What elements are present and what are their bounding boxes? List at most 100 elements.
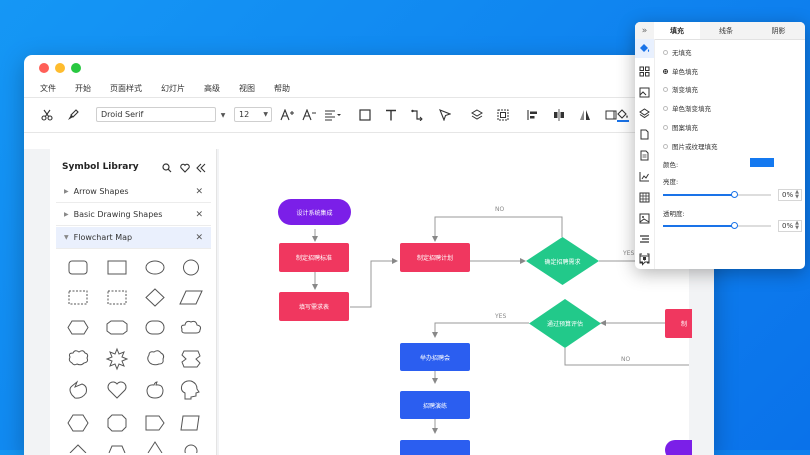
- layers-icon[interactable]: [639, 108, 650, 119]
- fill-color-button[interactable]: [612, 104, 634, 126]
- menu-help[interactable]: 帮助: [274, 83, 290, 94]
- shape-pentagon-arrow[interactable]: [145, 415, 165, 431]
- process-define-standard[interactable]: 制定招聘标准: [279, 243, 349, 272]
- heart-icon[interactable]: [180, 163, 190, 173]
- align-objects-button[interactable]: [524, 104, 542, 126]
- process-partial[interactable]: 制: [665, 309, 695, 338]
- align-button[interactable]: [322, 104, 344, 126]
- shape-speech-blob[interactable]: [69, 380, 87, 399]
- shape-apple[interactable]: [146, 381, 164, 399]
- process-rehearsal[interactable]: 招聘演练: [400, 391, 470, 419]
- close-icon[interactable]: ✕: [195, 233, 203, 243]
- fill-option-picture[interactable]: 图片或纹理填充: [663, 141, 718, 151]
- shape-rectangle[interactable]: [107, 260, 127, 275]
- shape-octagon[interactable]: [106, 320, 128, 335]
- fill-option-solid-gradient[interactable]: 单色渐变填充: [663, 103, 711, 113]
- connector-tool[interactable]: [408, 104, 426, 126]
- shape-hexagon-2[interactable]: [67, 414, 89, 432]
- select-tool[interactable]: [436, 104, 454, 126]
- rectangle-tool[interactable]: [356, 104, 374, 126]
- minimize-window-button[interactable]: [55, 63, 65, 73]
- list-icon[interactable]: [639, 234, 650, 245]
- menu-view[interactable]: 视图: [239, 83, 255, 94]
- start-node[interactable]: 设计系统集成: [278, 199, 351, 225]
- menu-slides[interactable]: 幻灯片: [161, 83, 185, 94]
- paint-bucket-icon[interactable]: [639, 43, 650, 54]
- shape-octagon-2[interactable]: [107, 414, 127, 432]
- shape-burst[interactable]: [105, 347, 129, 371]
- shape-heart[interactable]: [107, 381, 127, 399]
- process-make-plan[interactable]: 制定招聘计划: [400, 243, 470, 272]
- menu-advanced[interactable]: 高级: [204, 83, 220, 94]
- radio-gradient[interactable]: [663, 86, 668, 92]
- menu-page-style[interactable]: 页面样式: [110, 83, 142, 94]
- picture-icon[interactable]: [639, 213, 650, 224]
- expand-icon[interactable]: »: [635, 22, 654, 39]
- fill-option-pattern[interactable]: 图案填充: [663, 122, 698, 132]
- radio-solid-gradient[interactable]: [663, 105, 668, 111]
- shape-circle[interactable]: [183, 259, 199, 276]
- process-fill-form[interactable]: 填写需求表: [279, 292, 349, 321]
- close-window-button[interactable]: [39, 63, 49, 73]
- fill-option-none[interactable]: 无填充: [663, 47, 692, 57]
- radio-solid-selected[interactable]: [663, 68, 668, 74]
- tab-line[interactable]: 线条: [700, 22, 752, 39]
- chart-icon[interactable]: [639, 171, 650, 182]
- flip-button[interactable]: [576, 104, 594, 126]
- shape-hexagon[interactable]: [67, 320, 89, 335]
- grid-icon[interactable]: [639, 66, 650, 77]
- tab-fill[interactable]: 填充: [654, 22, 700, 39]
- distribute-button[interactable]: [550, 104, 568, 126]
- tab-shadow[interactable]: 阴影: [752, 22, 805, 39]
- transparency-input[interactable]: 0% ▲ ▼: [778, 220, 802, 232]
- process-job-fair[interactable]: 举办招聘会: [400, 343, 470, 371]
- shape-cloud[interactable]: [180, 320, 202, 334]
- close-icon[interactable]: ✕: [195, 187, 203, 197]
- layers-button[interactable]: [468, 104, 486, 126]
- fill-option-solid[interactable]: 单色填充: [663, 66, 698, 76]
- decision-budget-review[interactable]: 通过预算评估: [529, 299, 601, 348]
- menu-file[interactable]: 文件: [40, 83, 56, 94]
- shape-dashed-rectangle-2[interactable]: [107, 290, 127, 305]
- transparency-knob[interactable]: [731, 222, 738, 229]
- brightness-knob[interactable]: [731, 191, 738, 198]
- shape-jagged[interactable]: [181, 350, 201, 368]
- comment-icon[interactable]: [639, 255, 650, 266]
- document-icon[interactable]: [639, 150, 650, 161]
- close-icon[interactable]: ✕: [195, 210, 203, 220]
- color-swatch[interactable]: [750, 158, 774, 167]
- shape-ellipse[interactable]: [145, 260, 165, 275]
- radio-none[interactable]: [663, 49, 668, 55]
- search-icon[interactable]: [162, 163, 172, 173]
- decision-confirm-needs[interactable]: 确定招聘需求: [526, 237, 599, 285]
- end-node-partial[interactable]: [665, 440, 695, 455]
- shape-wavy-circle[interactable]: [147, 350, 165, 366]
- fill-option-gradient[interactable]: 渐变填充: [663, 84, 698, 94]
- shape-no-symbol[interactable]: [184, 444, 198, 453]
- shape-dashed-rectangle[interactable]: [68, 290, 88, 305]
- shape-rounded-rectangle[interactable]: [68, 260, 88, 275]
- shape-partial-1[interactable]: [69, 444, 87, 453]
- shape-blob[interactable]: [68, 350, 89, 366]
- shape-trapezoid[interactable]: [180, 415, 200, 431]
- library-item-arrow-shapes[interactable]: ▶ Arrow Shapes ✕: [56, 181, 211, 203]
- format-painter-button[interactable]: [64, 104, 82, 126]
- radio-pattern[interactable]: [663, 124, 668, 130]
- stepper-icon[interactable]: ▲ ▼: [795, 190, 799, 200]
- group-button[interactable]: [494, 104, 512, 126]
- library-item-basic-drawing-shapes[interactable]: ▶ Basic Drawing Shapes ✕: [56, 204, 211, 226]
- stepper-icon[interactable]: ▲ ▼: [795, 221, 799, 231]
- brightness-input[interactable]: 0% ▲ ▼: [778, 189, 802, 201]
- transparency-slider[interactable]: [663, 222, 771, 229]
- shape-diamond[interactable]: [145, 288, 165, 307]
- cut-button[interactable]: [38, 104, 56, 126]
- menu-start[interactable]: 开始: [75, 83, 91, 94]
- chevron-down-icon[interactable]: ▼: [218, 104, 228, 126]
- page-icon[interactable]: [639, 129, 650, 140]
- shape-parallelogram[interactable]: [179, 290, 203, 305]
- image-icon[interactable]: [639, 87, 650, 98]
- shape-terminator[interactable]: [145, 320, 165, 335]
- maximize-window-button[interactable]: [71, 63, 81, 73]
- library-item-flowchart-map[interactable]: ▼ Flowchart Map ✕: [56, 227, 211, 249]
- shape-head[interactable]: [180, 380, 200, 400]
